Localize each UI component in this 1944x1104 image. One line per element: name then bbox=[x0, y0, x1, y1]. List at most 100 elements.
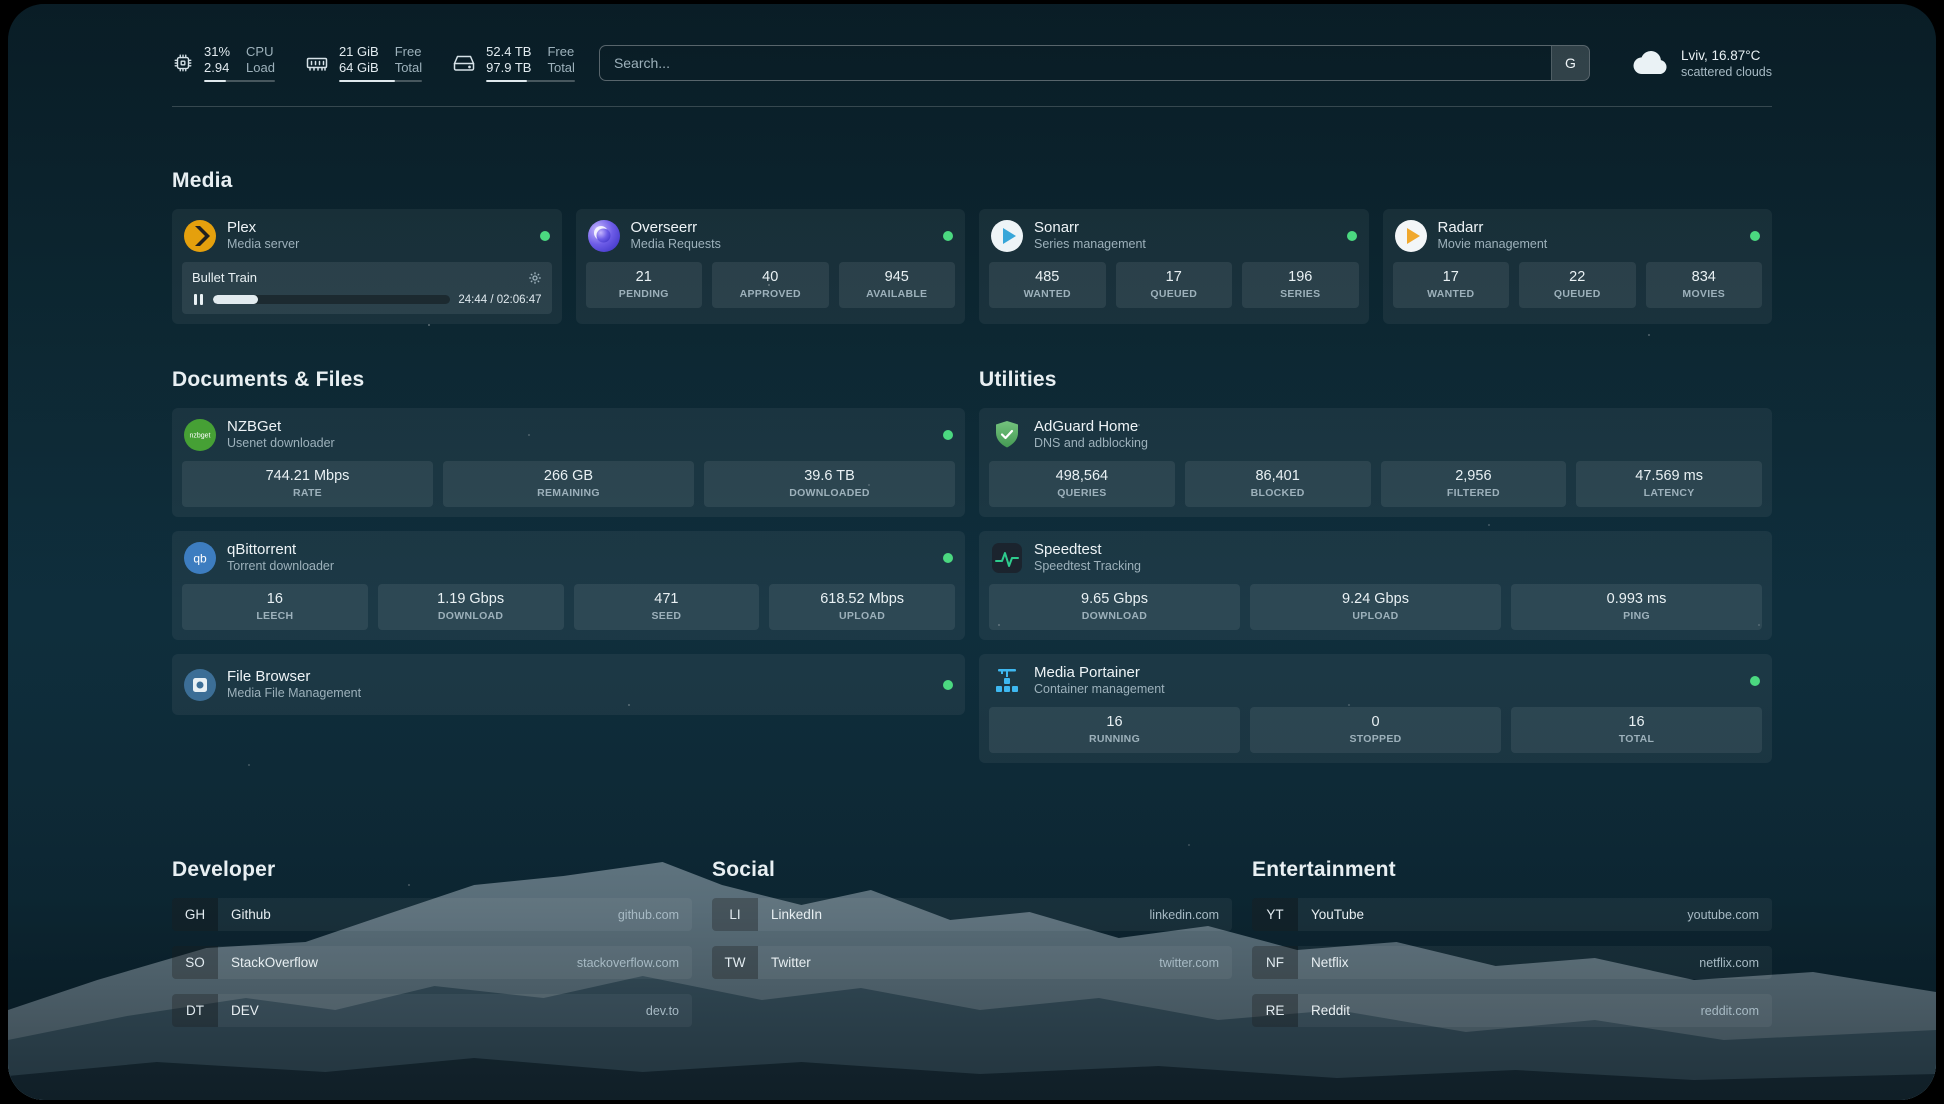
bookmark-abbr: YT bbox=[1252, 898, 1298, 931]
settings-gear-icon[interactable] bbox=[528, 271, 542, 285]
service-card-nzbget: nzbget NZBGet Usenet downloader 744.21 M… bbox=[172, 408, 965, 517]
service-description: Series management bbox=[1034, 237, 1146, 252]
bookmark-youtube[interactable]: YT YouTube youtube.com bbox=[1252, 898, 1772, 931]
cpu-load-label: Load bbox=[246, 60, 275, 76]
cloud-icon bbox=[1632, 48, 1670, 78]
bookmark-abbr: NF bbox=[1252, 946, 1298, 979]
memory-usage-bar bbox=[339, 80, 422, 82]
stat-download: 1.19 GbpsDOWNLOAD bbox=[378, 584, 564, 630]
filebrowser-link[interactable]: File Browser Media File Management bbox=[172, 654, 965, 715]
service-card-overseerr: Overseerr Media Requests 21PENDING 40APP… bbox=[576, 209, 966, 324]
service-description: DNS and adblocking bbox=[1034, 436, 1148, 451]
bookmark-github[interactable]: GH Github github.com bbox=[172, 898, 692, 931]
cpu-usage-value: 31% bbox=[204, 44, 230, 60]
bookmark-reddit[interactable]: RE Reddit reddit.com bbox=[1252, 994, 1772, 1027]
stat-upload: 618.52 MbpsUPLOAD bbox=[769, 584, 955, 630]
plex-icon bbox=[184, 220, 216, 252]
bookmark-abbr: LI bbox=[712, 898, 758, 931]
service-name: Speedtest bbox=[1034, 541, 1141, 559]
stat-wanted: 17WANTED bbox=[1393, 262, 1510, 308]
bookmark-linkedin[interactable]: LI LinkedIn linkedin.com bbox=[712, 898, 1232, 931]
bookmark-name: Reddit bbox=[1311, 1003, 1350, 1018]
service-description: Media File Management bbox=[227, 686, 361, 701]
bookmarks-entertainment: Entertainment YT YouTube youtube.com NF … bbox=[1252, 858, 1772, 1042]
filebrowser-icon bbox=[184, 669, 216, 701]
service-description: Media server bbox=[227, 237, 299, 252]
playback-time: 24:44 / 02:06:47 bbox=[458, 294, 541, 306]
adguard-link[interactable]: AdGuard Home DNS and adblocking bbox=[979, 408, 1772, 461]
weather-widget: Lviv, 16.87°C scattered clouds bbox=[1632, 48, 1772, 79]
stat-pending: 21PENDING bbox=[586, 262, 703, 308]
svg-text:qb: qb bbox=[193, 551, 207, 565]
qbittorrent-link[interactable]: qb qBittorrent Torrent downloader bbox=[172, 531, 965, 584]
adguard-icon bbox=[991, 419, 1023, 451]
stat-blocked: 86,401BLOCKED bbox=[1185, 461, 1371, 507]
section-title-utilities: Utilities bbox=[979, 368, 1772, 392]
stat-latency: 47.569 msLATENCY bbox=[1576, 461, 1762, 507]
bookmark-netflix[interactable]: NF Netflix netflix.com bbox=[1252, 946, 1772, 979]
bookmark-domain: linkedin.com bbox=[1150, 908, 1219, 922]
bookmark-dev[interactable]: DT DEV dev.to bbox=[172, 994, 692, 1027]
bookmark-name: YouTube bbox=[1311, 907, 1364, 922]
bookmarks-developer: Developer GH Github github.com SO StackO… bbox=[172, 858, 692, 1042]
speedtest-icon bbox=[991, 542, 1023, 574]
service-card-speedtest: Speedtest Speedtest Tracking 9.65 GbpsDO… bbox=[979, 531, 1772, 640]
service-description: Torrent downloader bbox=[227, 559, 334, 574]
disk-usage-bar bbox=[486, 80, 575, 82]
speedtest-link[interactable]: Speedtest Speedtest Tracking bbox=[979, 531, 1772, 584]
status-dot bbox=[1347, 231, 1357, 241]
stat-filtered: 2,956FILTERED bbox=[1381, 461, 1567, 507]
top-bar: 31% CPU 2.94 Load 21 GiB bbox=[172, 4, 1772, 82]
sonarr-link[interactable]: Sonarr Series management bbox=[979, 209, 1369, 262]
service-name: Sonarr bbox=[1034, 219, 1146, 237]
service-description: Usenet downloader bbox=[227, 436, 335, 451]
header-divider bbox=[172, 106, 1772, 107]
bookmark-abbr: DT bbox=[172, 994, 218, 1027]
stat-leech: 16LEECH bbox=[182, 584, 368, 630]
stat-available: 945AVAILABLE bbox=[839, 262, 956, 308]
radarr-icon bbox=[1395, 220, 1427, 252]
resource-widgets: 31% CPU 2.94 Load 21 GiB bbox=[172, 44, 575, 82]
bookmark-name: Github bbox=[231, 907, 271, 922]
stat-wanted: 485WANTED bbox=[989, 262, 1106, 308]
bookmark-abbr: TW bbox=[712, 946, 758, 979]
service-name: Radarr bbox=[1438, 219, 1548, 237]
nzbget-link[interactable]: nzbget NZBGet Usenet downloader bbox=[172, 408, 965, 461]
search-bar[interactable]: G bbox=[599, 45, 1590, 81]
cpu-icon bbox=[172, 52, 194, 74]
stat-queries: 498,564QUERIES bbox=[989, 461, 1175, 507]
stat-queued: 22QUEUED bbox=[1519, 262, 1636, 308]
overseerr-link[interactable]: Overseerr Media Requests bbox=[576, 209, 966, 262]
service-name: Overseerr bbox=[631, 219, 721, 237]
bookmark-domain: stackoverflow.com bbox=[577, 956, 679, 970]
disk-free-value: 52.4 TB bbox=[486, 44, 531, 60]
bookmark-domain: youtube.com bbox=[1687, 908, 1759, 922]
radarr-link[interactable]: Radarr Movie management bbox=[1383, 209, 1773, 262]
bookmark-stackoverflow[interactable]: SO StackOverflow stackoverflow.com bbox=[172, 946, 692, 979]
disk-total-label: Total bbox=[547, 60, 574, 76]
search-input[interactable] bbox=[600, 46, 1551, 80]
pause-button[interactable] bbox=[192, 293, 205, 306]
portainer-link[interactable]: Media Portainer Container management bbox=[979, 654, 1772, 707]
stat-total: 16TOTAL bbox=[1511, 707, 1762, 753]
service-description: Media Requests bbox=[631, 237, 721, 252]
playback-progress-bar bbox=[213, 295, 451, 304]
bookmark-name: LinkedIn bbox=[771, 907, 822, 922]
plex-link[interactable]: Plex Media server bbox=[172, 209, 562, 262]
memory-total-label: Total bbox=[395, 60, 422, 76]
service-name: Media Portainer bbox=[1034, 664, 1165, 682]
service-card-adguard: AdGuard Home DNS and adblocking 498,564Q… bbox=[979, 408, 1772, 517]
disk-widget: 52.4 TB Free 97.9 TB Total bbox=[452, 44, 575, 82]
memory-widget: 21 GiB Free 64 GiB Total bbox=[305, 44, 422, 82]
search-provider-button[interactable]: G bbox=[1551, 46, 1589, 80]
memory-total-value: 64 GiB bbox=[339, 60, 379, 76]
bookmarks-social: Social LI LinkedIn linkedin.com TW Twitt… bbox=[712, 858, 1232, 1042]
status-dot bbox=[943, 430, 953, 440]
dashboard-frame: 31% CPU 2.94 Load 21 GiB bbox=[8, 4, 1936, 1100]
bookmark-twitter[interactable]: TW Twitter twitter.com bbox=[712, 946, 1232, 979]
service-name: Plex bbox=[227, 219, 299, 237]
stat-ping: 0.993 msPING bbox=[1511, 584, 1762, 630]
stat-stopped: 0STOPPED bbox=[1250, 707, 1501, 753]
cpu-usage-bar bbox=[204, 80, 275, 82]
nzbget-icon: nzbget bbox=[184, 419, 216, 451]
